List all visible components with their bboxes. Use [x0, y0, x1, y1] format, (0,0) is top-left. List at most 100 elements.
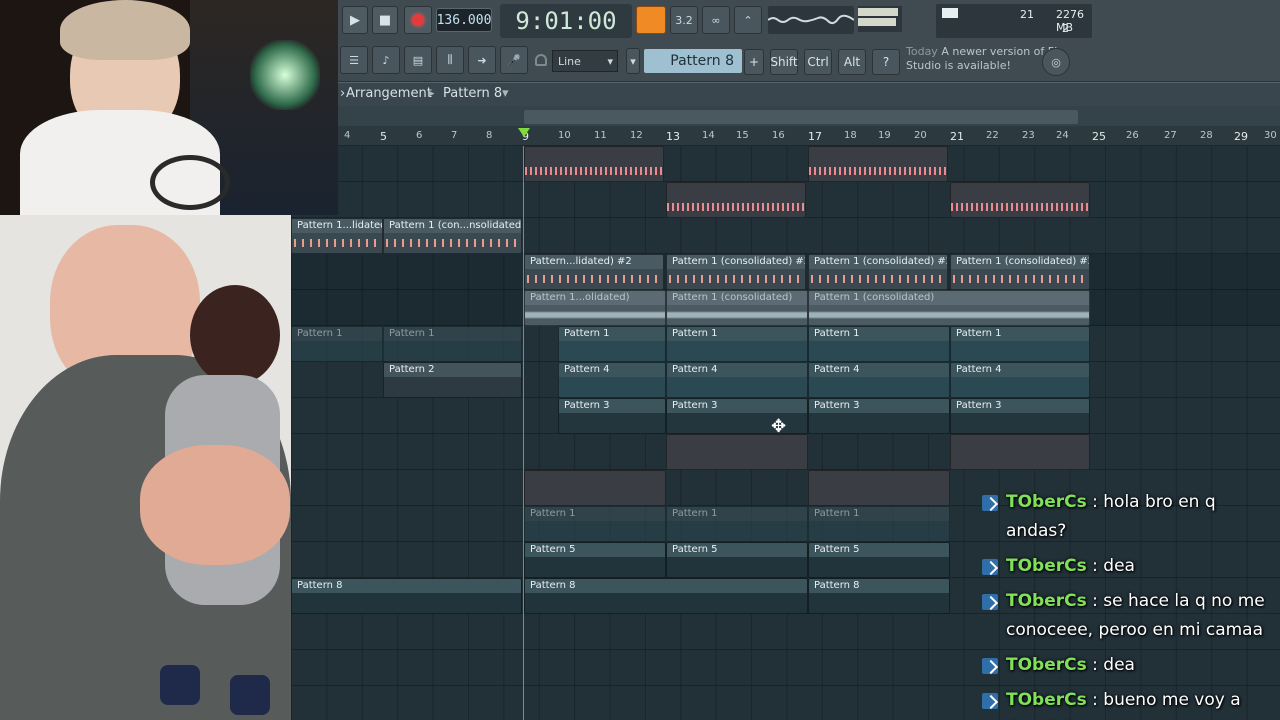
pattern-clip[interactable]: Pattern 1 [808, 326, 950, 362]
snap-mode-select[interactable]: Line ▾ [552, 50, 618, 72]
audio-clip[interactable] [524, 146, 664, 182]
pattern-clip[interactable]: Pattern 5 [666, 542, 808, 578]
audio-clip[interactable]: Pattern 1 (consolidated) #2 [950, 254, 1090, 290]
polyphony-value: 2 [1062, 22, 1069, 35]
pattern-clip[interactable]: Pattern 3 [808, 398, 950, 434]
audio-clip[interactable] [666, 182, 806, 218]
tempo-display[interactable]: 136.000 [436, 8, 492, 32]
audio-clip-muted[interactable]: Pattern 1 (consolidated) [666, 290, 808, 326]
audio-clip-muted[interactable]: Pattern 1 (consolidated) [808, 290, 1090, 326]
clip-label: Pattern 1 [667, 507, 807, 521]
clip-label: Pattern 1 (consolidated) [809, 291, 1089, 305]
bar-number: 6 [416, 130, 423, 141]
audio-clip[interactable]: Pattern 1 (con...nsolidated) [383, 218, 522, 254]
clip-label: Pattern 8 [809, 579, 949, 593]
audio-clip[interactable] [808, 470, 950, 506]
audio-clip[interactable]: Pattern...lidated) #2 [524, 254, 664, 290]
bar-number: 10 [558, 130, 571, 141]
pattern-clip[interactable]: Pattern 4 [558, 362, 666, 398]
pattern-song-toggle[interactable] [636, 6, 666, 34]
arrow-right-icon: › [340, 86, 346, 101]
audio-clip[interactable]: Pattern 1 (consolidated) #2 [808, 254, 948, 290]
countdown-icon[interactable]: ⌃ [734, 6, 762, 34]
audio-clip[interactable] [950, 182, 1090, 218]
bar-number: 13 [666, 130, 680, 143]
pattern-clip[interactable]: Pattern 5 [524, 542, 666, 578]
audio-clip-muted[interactable]: Pattern 1...olidated) [524, 290, 666, 326]
pattern-clip-muted[interactable]: Pattern 1 [524, 506, 666, 542]
pattern-clip[interactable]: Pattern 1 [291, 326, 383, 362]
lock-icon [535, 54, 547, 66]
alt-button[interactable]: Alt [838, 49, 866, 75]
audio-clip[interactable] [524, 470, 666, 506]
bar-number: 7 [451, 130, 458, 141]
pattern-clip[interactable]: Pattern 8 [524, 578, 808, 614]
clip-label: Pattern 1 [809, 327, 949, 341]
playlist-pattern[interactable]: Pattern 8 [443, 86, 502, 101]
pattern-clip[interactable]: Pattern 4 [950, 362, 1090, 398]
pattern-clip[interactable]: Pattern 1 [950, 326, 1090, 362]
cpu-memory-panel: 21 2276 MB 2 [936, 4, 1092, 38]
badge-icon [982, 693, 998, 709]
scroll-thumb[interactable] [524, 110, 1078, 124]
pattern-selector[interactable]: Pattern 8 [644, 49, 742, 73]
playlist-icon[interactable]: ☰ [340, 46, 368, 74]
pattern-dropdown-icon[interactable]: ▾ [626, 48, 640, 74]
bar-number: 24 [1056, 130, 1069, 141]
channel-rack-icon[interactable]: ▤ [404, 46, 432, 74]
timeline-ruler[interactable]: 4 5 6 7 8 9 10 11 12 13 14 15 16 17 18 1… [338, 126, 1280, 146]
pattern-clip[interactable]: Pattern 2 [383, 362, 522, 398]
metronome-icon[interactable]: 3.2 [670, 6, 698, 34]
pattern-clip[interactable]: Pattern 1 [666, 326, 808, 362]
pattern-clip-muted[interactable]: Pattern 1 [666, 506, 808, 542]
pattern-clip[interactable]: Pattern 5 [808, 542, 950, 578]
microphone-icon[interactable]: 🎤 [500, 46, 528, 74]
browser-icon[interactable]: ➜ [468, 46, 496, 74]
pattern-clip[interactable]: Pattern 8 [808, 578, 950, 614]
ctrl-button[interactable]: Ctrl [804, 49, 832, 75]
oscilloscope [767, 6, 855, 34]
bar-number: 18 [844, 130, 857, 141]
chat-text: dea [1103, 556, 1135, 576]
clip-label: Pattern 1 [667, 327, 807, 341]
clip-label: Pattern 1 (consolidated) [667, 291, 807, 305]
pattern-clip[interactable]: Pattern 3 [558, 398, 666, 434]
pattern-clip[interactable]: Pattern 3 [950, 398, 1090, 434]
bar-number: 15 [736, 130, 749, 141]
play-button[interactable]: ▶ [342, 6, 368, 34]
online-news-icon[interactable]: ◎ [1042, 48, 1070, 76]
horizontal-scrollbar[interactable] [338, 106, 1280, 126]
chat-username: TOberCs [1006, 492, 1087, 512]
clip-label: Pattern 3 [667, 399, 807, 413]
clip-label: Pattern 4 [559, 363, 665, 377]
chat-message: TOberCs : hola bro en q andas? [980, 488, 1280, 546]
bar-number: 11 [594, 130, 607, 141]
add-pattern-button[interactable]: + [744, 49, 764, 75]
clip-label: Pattern 1 [809, 507, 949, 521]
hint-icon[interactable]: ? [872, 49, 900, 75]
audio-clip[interactable]: Pattern 1...lidated) [291, 218, 383, 254]
audio-clip[interactable]: Pattern 1 (consolidated) #2 [666, 254, 806, 290]
piano-roll-icon[interactable]: ♪ [372, 46, 400, 74]
pattern-clip-muted[interactable]: Pattern 1 [808, 506, 950, 542]
wait-for-input-icon[interactable]: ∞ [702, 6, 730, 34]
record-button[interactable] [404, 6, 432, 34]
mixer-icon[interactable]: ⫼ [436, 46, 464, 74]
audio-clip[interactable] [808, 146, 948, 182]
pattern-clip[interactable]: Pattern 1 [383, 326, 522, 362]
shift-button[interactable]: Shift [770, 49, 798, 75]
pattern-clip[interactable]: Pattern 4 [808, 362, 950, 398]
news-panel[interactable]: Today A newer version of FL Studio is av… [906, 45, 1064, 77]
song-time-display[interactable]: 9:01:00 [500, 4, 632, 38]
pattern-clip[interactable]: Pattern 4 [666, 362, 808, 398]
stop-button[interactable]: ■ [372, 6, 398, 34]
pattern-clip[interactable]: Pattern 8 [291, 578, 522, 614]
bar-number: 23 [1022, 130, 1035, 141]
song-position-marker[interactable] [518, 128, 530, 137]
pattern-clip[interactable]: Pattern 1 [558, 326, 666, 362]
clip-label: Pattern 3 [809, 399, 949, 413]
audio-clip[interactable] [666, 434, 808, 470]
meme-image [0, 215, 291, 720]
baby-shoe [230, 675, 270, 715]
audio-clip[interactable] [950, 434, 1090, 470]
